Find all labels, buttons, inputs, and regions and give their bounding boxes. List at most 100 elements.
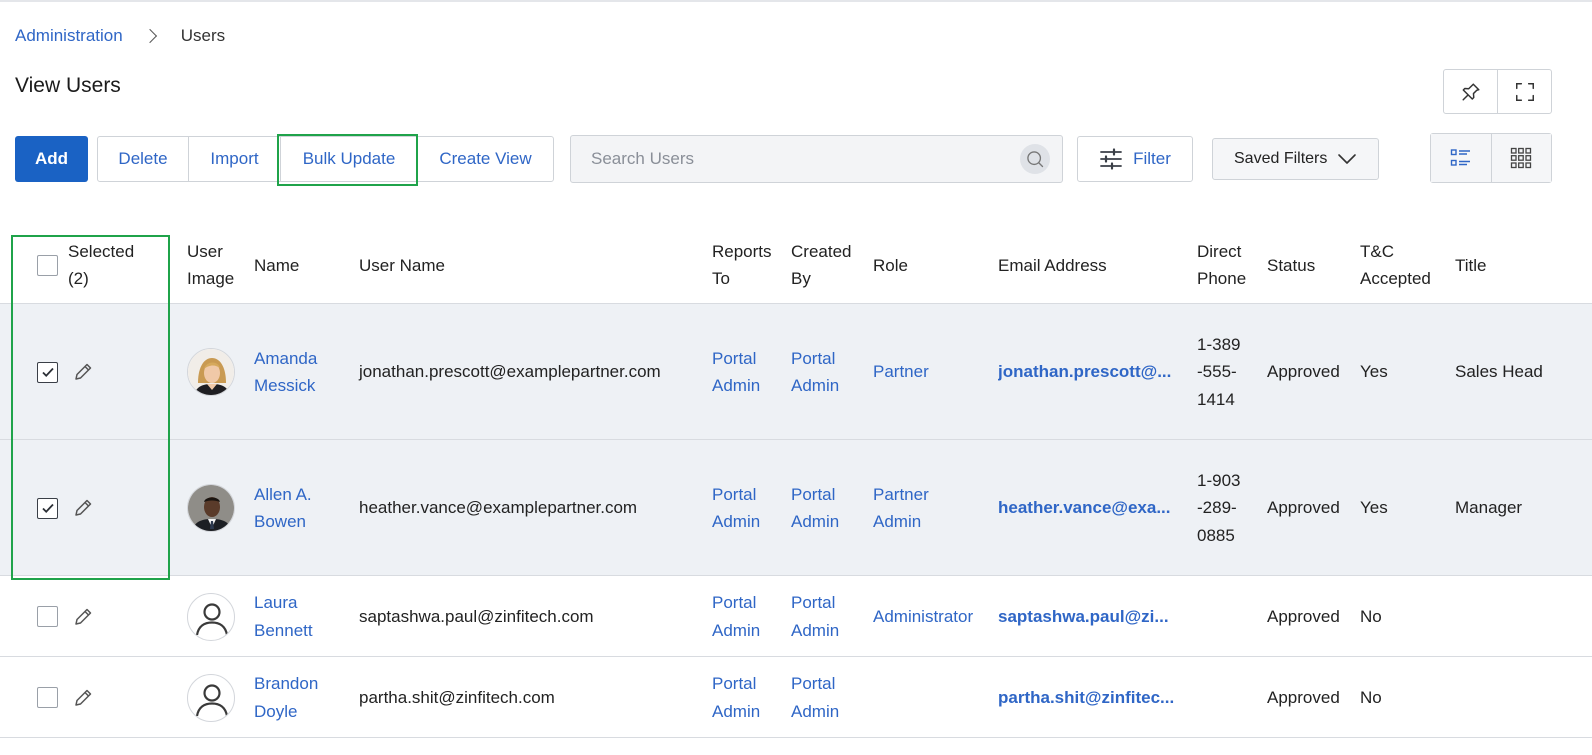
action-button-group: Delete Import Bulk Update Create View: [97, 136, 554, 182]
pencil-icon: [75, 363, 92, 380]
default-user-icon: [187, 592, 235, 641]
fullscreen-icon: [1515, 82, 1534, 101]
email-link[interactable]: saptashwa.paul@zi...: [998, 576, 1183, 657]
edit-button[interactable]: [72, 361, 94, 383]
edit-button[interactable]: [72, 497, 94, 519]
username-cell: partha.shit@zinfitech.com: [359, 687, 555, 707]
header-email[interactable]: Email Address: [998, 226, 1107, 304]
pencil-icon: [75, 499, 92, 516]
bulk-update-button[interactable]: Bulk Update: [280, 137, 417, 181]
select-all-checkbox[interactable]: [37, 254, 58, 276]
table-row[interactable]: Amanda Messick jonathan.prescott@example…: [0, 304, 1592, 440]
row-checkbox[interactable]: [37, 497, 58, 519]
header-select-all: [37, 226, 58, 304]
email-link[interactable]: partha.shit@zinfitec...: [998, 657, 1183, 738]
header-status[interactable]: Status: [1267, 226, 1315, 304]
username-cell: jonathan.prescott@examplepartner.com: [359, 362, 661, 382]
saved-filters-dropdown[interactable]: Saved Filters: [1212, 138, 1379, 180]
header-direct-phone[interactable]: Direct Phone: [1197, 226, 1257, 304]
row-checkbox[interactable]: [37, 687, 58, 708]
created-by-link[interactable]: Portal Admin: [791, 304, 851, 440]
email-link[interactable]: heather.vance@exa...: [998, 440, 1183, 576]
role-link[interactable]: Partner: [873, 304, 978, 440]
user-name-link[interactable]: Brandon Doyle: [254, 657, 334, 738]
username-cell: saptashwa.paul@zinfitech.com: [359, 606, 594, 626]
phone-cell: 1-389-555-1414: [1197, 334, 1241, 409]
table-row[interactable]: Laura Bennett saptashwa.paul@zinfitech.c…: [0, 576, 1592, 657]
top-divider: [0, 0, 1592, 2]
fullscreen-button[interactable]: [1497, 70, 1551, 113]
pin-button[interactable]: [1444, 70, 1497, 113]
reports-to-link[interactable]: Portal Admin: [712, 440, 772, 576]
pin-icon: [1461, 82, 1480, 101]
table-row[interactable]: Allen A. Bowen heather.vance@examplepart…: [0, 440, 1592, 576]
row-avatar-cell: [187, 304, 235, 440]
pencil-icon: [75, 608, 92, 625]
user-name-link[interactable]: Allen A. Bowen: [254, 440, 344, 576]
created-by-link[interactable]: Portal Admin: [791, 576, 851, 657]
reports-to-link[interactable]: Portal Admin: [712, 304, 772, 440]
status-cell: Approved: [1267, 362, 1340, 382]
sliders-icon: [1100, 148, 1123, 170]
row-checkbox-cell: [37, 440, 58, 576]
header-selected: Selected (2): [68, 242, 135, 288]
delete-button[interactable]: Delete: [98, 137, 188, 181]
filter-label: Filter: [1133, 149, 1171, 168]
username-cell: heather.vance@examplepartner.com: [359, 498, 638, 518]
row-checkbox[interactable]: [37, 606, 58, 627]
grid-view-icon: [1511, 147, 1532, 169]
table-row[interactable]: Brandon Doyle partha.shit@zinfitech.com …: [0, 657, 1592, 738]
row-checkbox-cell: [37, 657, 58, 738]
filter-button[interactable]: Filter: [1077, 136, 1193, 182]
avatar: [187, 348, 235, 396]
search-icon[interactable]: [1020, 144, 1050, 174]
row-checkbox-cell: [37, 304, 58, 440]
header-reports-to[interactable]: Reports To: [712, 226, 784, 304]
header-user-name[interactable]: User Name: [359, 226, 445, 304]
header-name[interactable]: Name: [254, 226, 299, 304]
edit-button[interactable]: [72, 687, 94, 709]
reports-to-link[interactable]: Portal Admin: [712, 657, 772, 738]
header-title[interactable]: Title: [1455, 226, 1487, 304]
pencil-icon: [75, 689, 92, 706]
edit-button[interactable]: [72, 606, 94, 628]
tc-accepted-cell: No: [1360, 687, 1382, 707]
tc-accepted-cell: Yes: [1360, 498, 1388, 518]
page-actions: [1443, 69, 1552, 114]
reports-to-link[interactable]: Portal Admin: [712, 576, 772, 657]
row-avatar-cell: [187, 576, 235, 657]
user-name-link[interactable]: Amanda Messick: [254, 304, 344, 440]
list-view-button[interactable]: [1431, 134, 1491, 182]
header-tc-accepted[interactable]: T&C Accepted: [1360, 226, 1446, 304]
row-edit-cell: [72, 657, 94, 738]
grid-view-button[interactable]: [1490, 134, 1551, 182]
breadcrumb-current: Users: [180, 26, 226, 45]
status-cell: Approved: [1267, 606, 1340, 626]
role-link[interactable]: Administrator: [873, 576, 973, 657]
avatar: [187, 484, 235, 532]
row-edit-cell: [72, 440, 94, 576]
row-checkbox[interactable]: [37, 361, 58, 383]
breadcrumb-administration-link[interactable]: Administration: [15, 26, 123, 46]
email-link[interactable]: jonathan.prescott@...: [998, 304, 1183, 440]
role-link[interactable]: Partner Admin: [873, 440, 943, 576]
created-by-link[interactable]: Portal Admin: [791, 657, 851, 738]
add-button[interactable]: Add: [15, 136, 88, 182]
created-by-link[interactable]: Portal Admin: [791, 440, 851, 576]
search-input[interactable]: [571, 136, 1011, 182]
header-role[interactable]: Role: [873, 226, 908, 304]
row-avatar-cell: [187, 657, 235, 738]
row-checkbox-cell: [37, 576, 58, 657]
header-created-by[interactable]: Created By: [791, 226, 863, 304]
row-edit-cell: [72, 304, 94, 440]
user-name-link[interactable]: Laura Bennett: [254, 576, 334, 657]
tc-accepted-cell: No: [1360, 606, 1382, 626]
import-button[interactable]: Import: [188, 137, 280, 181]
search-box: [570, 135, 1063, 183]
row-avatar-cell: [187, 440, 235, 576]
table-header: Selected (2) User Image Name User Name R…: [0, 226, 1592, 304]
saved-filters-label: Saved Filters: [1234, 150, 1328, 167]
create-view-button[interactable]: Create View: [417, 137, 553, 181]
chevron-right-icon: [142, 28, 157, 44]
title-cell: Manager: [1455, 498, 1523, 518]
